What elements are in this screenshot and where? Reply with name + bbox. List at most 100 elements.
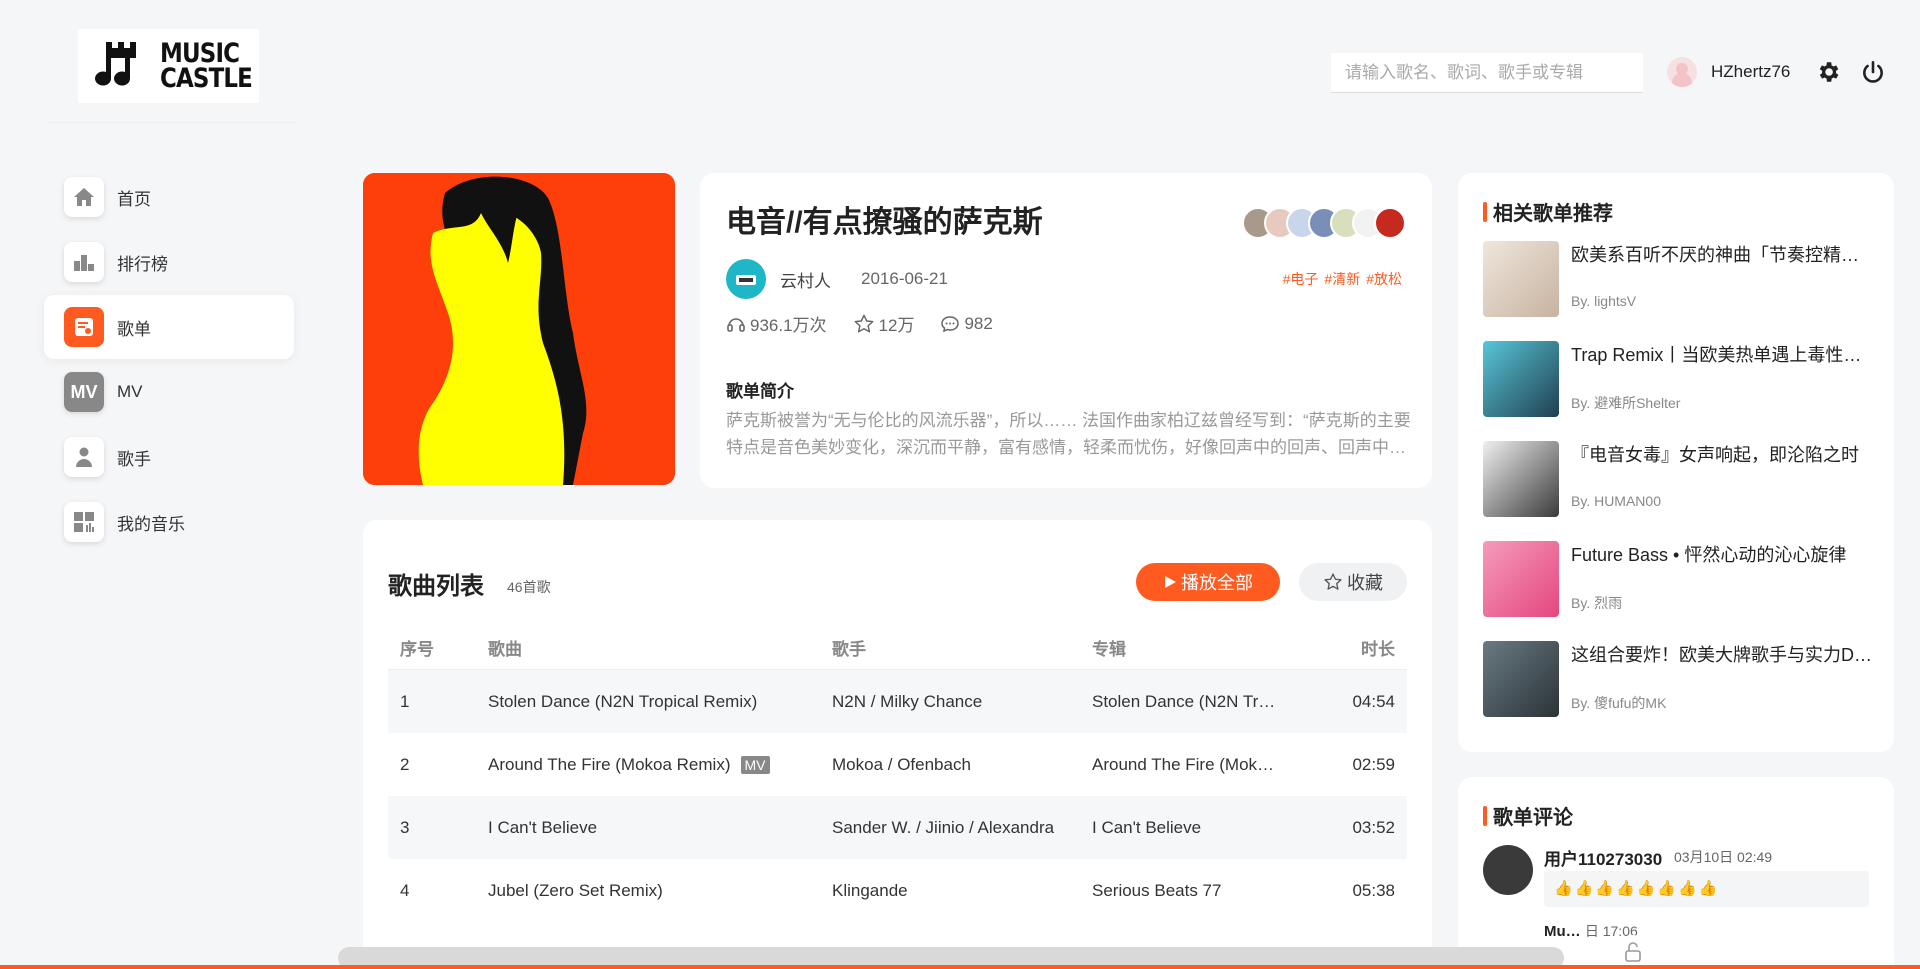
related-playlist-title[interactable]: Future Bass • 怦然心动的沁心旋律 bbox=[1571, 541, 1873, 567]
table-header: 序号 歌曲 歌手 专辑 时长 bbox=[388, 625, 1407, 670]
sidebar-item-label: 歌手 bbox=[117, 449, 151, 469]
table-row[interactable]: 3 I Can't Believe Sander W. / Jiinio / A… bbox=[388, 796, 1407, 859]
intro-heading: 歌单简介 bbox=[726, 382, 794, 401]
related-playlists-panel: 相关歌单推荐 欧美系百听不厌的神曲「节奏控精选」 By. lightsV Tra… bbox=[1458, 173, 1894, 752]
sidebar-item-singer[interactable]: 歌手 bbox=[44, 425, 294, 489]
play-all-button[interactable]: 播放全部 bbox=[1136, 563, 1280, 601]
song-album[interactable]: Serious Beats 77 bbox=[1092, 881, 1307, 901]
related-playlist-thumb[interactable] bbox=[1483, 441, 1559, 517]
col-album: 专辑 bbox=[1092, 639, 1126, 659]
song-artist[interactable]: Klingande bbox=[832, 881, 1092, 901]
related-playlist-item[interactable]: Trap Remix丨当欧美热单遇上毒性低音 By. 避难所Shelter bbox=[1483, 341, 1873, 417]
comments-panel: 歌单评论 用户110273030 03月10日 02:49 👍👍👍👍👍👍👍👍 M… bbox=[1458, 777, 1894, 969]
sidebar-item-playlist[interactable]: 歌单 bbox=[44, 295, 294, 359]
playlist-stats: 936.1万次 12万 982 bbox=[726, 311, 1019, 336]
search-input[interactable] bbox=[1331, 53, 1643, 93]
song-title[interactable]: Stolen Dance (N2N Tropical Remix) bbox=[488, 692, 832, 712]
col-duration: 时长 bbox=[1361, 639, 1395, 659]
sidebar-item-my-music[interactable]: 我的音乐 bbox=[44, 490, 294, 554]
sidebar-item-home[interactable]: 首页 bbox=[44, 165, 294, 229]
song-title[interactable]: I Can't Believe bbox=[488, 818, 832, 838]
comments-heading: 歌单评论 bbox=[1483, 801, 1869, 830]
song-artist[interactable]: Mokoa / Ofenbach bbox=[832, 755, 1092, 775]
creator-name[interactable]: 云村人 bbox=[780, 267, 831, 292]
collect-button[interactable]: 收藏 bbox=[1299, 563, 1407, 601]
related-playlist-thumb[interactable] bbox=[1483, 641, 1559, 717]
related-playlist-title[interactable]: 『电音女毒』女声响起，即沦陷之时 bbox=[1571, 441, 1873, 467]
col-song: 歌曲 bbox=[488, 639, 522, 659]
song-title[interactable]: Jubel (Zero Set Remix) bbox=[488, 881, 832, 901]
username[interactable]: HZhertz76 bbox=[1711, 62, 1790, 82]
song-index: 1 bbox=[400, 691, 410, 711]
related-heading: 相关歌单推荐 bbox=[1483, 197, 1869, 226]
grid-icon bbox=[64, 502, 104, 542]
related-playlist-thumb[interactable] bbox=[1483, 541, 1559, 617]
song-artist[interactable]: Sander W. / Jiinio / Alexandra bbox=[832, 818, 1092, 838]
table-row[interactable]: 1 Stolen Dance (N2N Tropical Remix) N2N … bbox=[388, 670, 1407, 733]
col-artist: 歌手 bbox=[832, 639, 866, 659]
song-index: 4 bbox=[400, 880, 410, 900]
sidebar-item-label: 首页 bbox=[117, 189, 151, 209]
related-playlist-title[interactable]: Trap Remix丨当欧美热单遇上毒性低音 bbox=[1571, 341, 1873, 367]
headphones-icon bbox=[727, 317, 745, 332]
table-body: 1 Stolen Dance (N2N Tropical Remix) N2N … bbox=[388, 670, 1407, 922]
song-album[interactable]: Around The Fire (Mokoa Remix) bbox=[1092, 755, 1307, 775]
create-date: 2016-06-21 bbox=[861, 269, 948, 288]
related-playlist-author: By. 烈雨 bbox=[1571, 595, 1623, 611]
intro-text[interactable]: 萨克斯被誉为“无与伦比的风流乐器”，所以…… 法国作曲家柏辽兹曾经写到：“萨克斯… bbox=[726, 407, 1412, 461]
subscriber-avatars[interactable] bbox=[1242, 207, 1406, 239]
related-playlist-item[interactable]: 这组合要炸！欧美大牌歌手与实力DJ强强联手 By. 傻fufu的MK bbox=[1483, 641, 1873, 717]
avatar[interactable] bbox=[1483, 845, 1533, 895]
sidebar-item-ranking[interactable]: 排行榜 bbox=[44, 230, 294, 294]
singer-icon bbox=[64, 437, 104, 477]
table-row[interactable]: 4 Jubel (Zero Set Remix) Klingande Serio… bbox=[388, 859, 1407, 922]
song-album[interactable]: I Can't Believe bbox=[1092, 818, 1307, 838]
song-list-panel: 歌曲列表 46首歌 播放全部 收藏 序号 歌曲 歌手 专辑 时长 1 Stole… bbox=[363, 520, 1432, 969]
song-artist[interactable]: N2N / Milky Chance bbox=[832, 692, 1092, 712]
star-icon bbox=[1324, 573, 1342, 590]
related-playlist-title[interactable]: 这组合要炸！欧美大牌歌手与实力DJ强强联手 bbox=[1571, 641, 1873, 667]
power-icon[interactable] bbox=[1860, 59, 1886, 85]
home-icon bbox=[64, 177, 104, 217]
related-playlist-item[interactable]: 『电音女毒』女声响起，即沦陷之时 By. HUMAN00 bbox=[1483, 441, 1873, 517]
sidebar-item-label: 我的音乐 bbox=[117, 514, 185, 534]
song-album[interactable]: Stolen Dance (N2N Tropical Remix) bbox=[1092, 692, 1307, 712]
playlist-tags: #电子 #清新 #放松 bbox=[1277, 269, 1402, 289]
related-playlist-thumb[interactable] bbox=[1483, 341, 1559, 417]
song-title[interactable]: Around The Fire (Mokoa Remix) MV bbox=[488, 755, 832, 775]
avatar[interactable] bbox=[726, 259, 766, 299]
table-row[interactable]: 2 Around The Fire (Mokoa Remix) MV Mokoa … bbox=[388, 733, 1407, 796]
song-duration: 04:54 bbox=[1352, 691, 1395, 711]
related-playlist-item[interactable]: 欧美系百听不厌的神曲「节奏控精选」 By. lightsV bbox=[1483, 241, 1873, 317]
tag[interactable]: #放松 bbox=[1366, 271, 1402, 287]
comment-count: 982 bbox=[940, 314, 993, 334]
tag[interactable]: #电子 bbox=[1283, 271, 1319, 287]
gear-icon[interactable] bbox=[1815, 59, 1841, 85]
tag[interactable]: #清新 bbox=[1324, 271, 1360, 287]
user-profile[interactable]: HZhertz76 bbox=[1667, 57, 1790, 87]
creator-info: 云村人 2016-06-21 bbox=[726, 259, 948, 299]
related-playlist-author: By. lightsV bbox=[1571, 293, 1637, 309]
play-all-label: 播放全部 bbox=[1181, 573, 1253, 593]
player-progress-bar[interactable] bbox=[0, 965, 1920, 969]
sidebar-item-mv[interactable]: MV MV bbox=[44, 360, 294, 424]
col-index: 序号 bbox=[400, 639, 434, 659]
avatar bbox=[1374, 207, 1406, 239]
mv-icon: MV bbox=[64, 372, 104, 412]
mv-badge[interactable]: MV bbox=[740, 755, 770, 774]
related-playlist-thumb[interactable] bbox=[1483, 241, 1559, 317]
sidebar-item-label: MV bbox=[117, 382, 143, 401]
lock-icon[interactable] bbox=[1612, 935, 1654, 969]
related-playlist-item[interactable]: Future Bass • 怦然心动的沁心旋律 By. 烈雨 bbox=[1483, 541, 1873, 617]
related-playlist-title[interactable]: 欧美系百听不厌的神曲「节奏控精选」 bbox=[1571, 241, 1873, 267]
related-playlist-author: By. HUMAN00 bbox=[1571, 493, 1661, 509]
related-playlist-author: By. 避难所Shelter bbox=[1571, 395, 1681, 411]
app-logo[interactable]: MUSIC CASTLE bbox=[78, 29, 259, 103]
chart-icon bbox=[64, 242, 104, 282]
avatar[interactable] bbox=[1667, 57, 1697, 87]
song-table: 序号 歌曲 歌手 专辑 时长 1 Stolen Dance (N2N Tropi… bbox=[388, 625, 1407, 922]
playlist-cover-image bbox=[363, 173, 675, 485]
comment-time: 03月10日 02:49 bbox=[1674, 849, 1773, 865]
song-list-title: 歌曲列表 bbox=[388, 573, 484, 600]
comment-user[interactable]: 用户110273030 bbox=[1544, 845, 1662, 870]
